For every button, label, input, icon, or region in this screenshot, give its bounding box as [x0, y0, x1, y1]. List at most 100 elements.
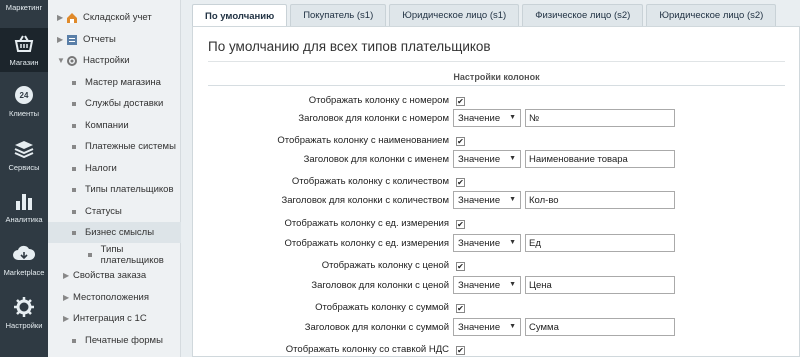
reports-icon — [66, 34, 78, 46]
form-row: Заголовок для колонки с именем Значение ▼… — [193, 150, 800, 171]
bullet-icon — [72, 187, 76, 192]
tree-item-1c-integration[interactable]: ▶ Интеграция с 1С — [48, 308, 181, 329]
chevron-down-icon: ▼ — [509, 323, 516, 330]
sum-column-title-input[interactable]: Сумма — [525, 318, 675, 336]
rail-item-settings[interactable]: Настройки — [0, 296, 48, 336]
show-vat-column-checkbox[interactable]: ✔ — [456, 346, 465, 355]
rail-item-services[interactable]: Сервисы — [0, 138, 48, 178]
chevron-down-icon: ▼ — [509, 239, 516, 246]
expand-arrow-icon[interactable]: ▶ — [63, 271, 69, 280]
tab-default[interactable]: По умолчанию — [192, 4, 288, 27]
bullet-icon — [72, 338, 76, 343]
tree-item-payment-systems[interactable]: Платежные системы — [48, 136, 181, 157]
bullet-icon — [72, 166, 76, 171]
tree-item-payer-types-sub[interactable]: Типы плательщиков — [48, 243, 181, 266]
field-label: Заголовок для колонки с номером — [298, 113, 449, 124]
rail-item-marketplace[interactable]: Marketplace — [0, 243, 48, 283]
select-value: Значение — [458, 279, 501, 291]
tree-item-statuses[interactable]: Статусы — [48, 201, 181, 222]
chevron-down-icon: ▼ — [509, 196, 516, 203]
tree-item-payer-types[interactable]: Типы плательщиков — [48, 179, 181, 200]
field-label: Отображать колонку с ценой — [321, 260, 449, 271]
expand-arrow-icon[interactable]: ▶ — [57, 35, 63, 44]
tree-item-order-properties[interactable]: ▶ Свойства заказа — [48, 265, 181, 286]
show-quantity-column-checkbox[interactable]: ✔ — [456, 178, 465, 187]
rail-item-analytics[interactable]: Аналитика — [0, 190, 48, 230]
bar-chart-icon — [13, 190, 35, 212]
panel-title: По умолчанию для всех типов плательщиков — [208, 39, 491, 54]
field-label: Отображать колонку с наименованием — [277, 135, 449, 146]
value-type-select[interactable]: Значение ▼ — [453, 150, 521, 168]
number-column-title-input[interactable]: № — [525, 109, 675, 127]
tree-item-companies[interactable]: Компании — [48, 115, 181, 136]
show-unit-column-checkbox[interactable]: ✔ — [456, 220, 465, 229]
tree-item-print-forms[interactable]: Печатные формы — [48, 330, 181, 351]
tree-item-shop-wizard[interactable]: Мастер магазина — [48, 72, 181, 93]
expand-arrow-icon[interactable]: ▶ — [63, 314, 69, 323]
expand-arrow-icon[interactable]: ▶ — [57, 13, 63, 22]
form-row: Отображать колонку с ед. измерения ✔ — [193, 214, 800, 235]
form-row: Заголовок для колонки с суммой Значение ▼… — [193, 318, 800, 339]
tree-item-reports[interactable]: ▶ Отчеты — [48, 29, 181, 50]
divider — [208, 61, 785, 62]
show-price-column-checkbox[interactable]: ✔ — [456, 262, 465, 271]
price-column-title-input[interactable]: Цена — [525, 276, 675, 294]
rail-item-clients[interactable]: 24 Клиенты — [0, 84, 48, 124]
name-column-title-input[interactable]: Наименование товара — [525, 150, 675, 168]
field-label: Отображать колонку с суммой — [315, 302, 449, 313]
expand-arrow-icon[interactable]: ▶ — [63, 293, 69, 302]
tree-item-label: Интеграция с 1С — [73, 313, 147, 324]
tab-individual-s2[interactable]: Физическое лицо (s2) — [522, 4, 644, 26]
field-label: Заголовок для колонки с количеством — [281, 195, 449, 206]
content-area: По умолчанию Покупатель (s1) Юридическое… — [182, 0, 800, 357]
form-row: Заголовок для колонки с количеством Знач… — [193, 191, 800, 212]
tab-legal-entity-s2[interactable]: Юридическое лицо (s2) — [646, 4, 777, 26]
show-number-column-checkbox[interactable]: ✔ — [456, 97, 465, 106]
field-label: Отображать колонку с ед. измерения — [284, 218, 450, 229]
tree-item-label: Настройки — [83, 55, 130, 66]
form-row: Отображать колонку с наименованием ✔ — [193, 131, 800, 152]
rail-item-label: Настройки — [5, 321, 43, 330]
tree-item-taxes[interactable]: Налоги — [48, 158, 181, 179]
field-label: Отображать колонку с номером — [308, 95, 449, 106]
form-row: Отображать колонку с ценой ✔ — [193, 256, 800, 277]
chevron-down-icon: ▼ — [509, 281, 516, 288]
tree-item-settings[interactable]: ▼ Настройки — [48, 50, 181, 71]
rail-item-marketing[interactable]: Маркетинг — [0, 0, 48, 14]
unit-column-title-input[interactable]: Ед — [525, 234, 675, 252]
tab-legal-entity-s1[interactable]: Юридическое лицо (s1) — [389, 4, 520, 26]
gear-icon — [13, 296, 35, 318]
show-sum-column-checkbox[interactable]: ✔ — [456, 304, 465, 313]
value-type-select[interactable]: Значение ▼ — [453, 318, 521, 336]
tree-item-label: Статусы — [85, 206, 122, 217]
bullet-icon — [72, 80, 76, 85]
value-type-select[interactable]: Значение ▼ — [453, 109, 521, 127]
form-row: Отображать колонку со ставкой НДС ✔ — [193, 340, 800, 357]
bullet-icon — [72, 144, 76, 149]
tree-item-delivery[interactable]: Службы доставки — [48, 93, 181, 114]
field-label: Заголовок для колонки с суммой — [304, 322, 449, 333]
tree-item-business-meanings[interactable]: Бизнес смыслы — [48, 222, 181, 243]
bullet-icon — [72, 123, 76, 128]
tree-item-label: Типы плательщиков — [100, 243, 164, 266]
quantity-column-title-input[interactable]: Кол-во — [525, 191, 675, 209]
value-type-select[interactable]: Значение ▼ — [453, 276, 521, 294]
tree-item-label: Местоположения — [73, 292, 149, 303]
chevron-down-icon: ▼ — [509, 155, 516, 162]
show-name-column-checkbox[interactable]: ✔ — [456, 137, 465, 146]
tab-buyer-s1[interactable]: Покупатель (s1) — [290, 4, 387, 26]
rail-item-label: Аналитика — [5, 215, 43, 224]
collapse-arrow-icon[interactable]: ▼ — [57, 56, 65, 65]
tree-item-label: Платежные системы — [85, 141, 176, 152]
select-value: Значение — [458, 237, 501, 249]
tree-item-locations[interactable]: ▶ Местоположения — [48, 287, 181, 308]
tree-item-label: Типы плательщиков — [85, 184, 174, 195]
value-type-select[interactable]: Значение ▼ — [453, 191, 521, 209]
tree-item-label: Компании — [85, 120, 129, 131]
rail-item-shop[interactable]: Магазин — [0, 28, 48, 72]
tree-item-warehouse[interactable]: ▶ Складской учет — [48, 7, 181, 28]
tree-item-label: Отчеты — [83, 34, 116, 45]
value-type-select[interactable]: Значение ▼ — [453, 234, 521, 252]
bullet-icon — [72, 230, 76, 235]
field-label: Отображать колонку с ед. измерения — [284, 238, 450, 249]
